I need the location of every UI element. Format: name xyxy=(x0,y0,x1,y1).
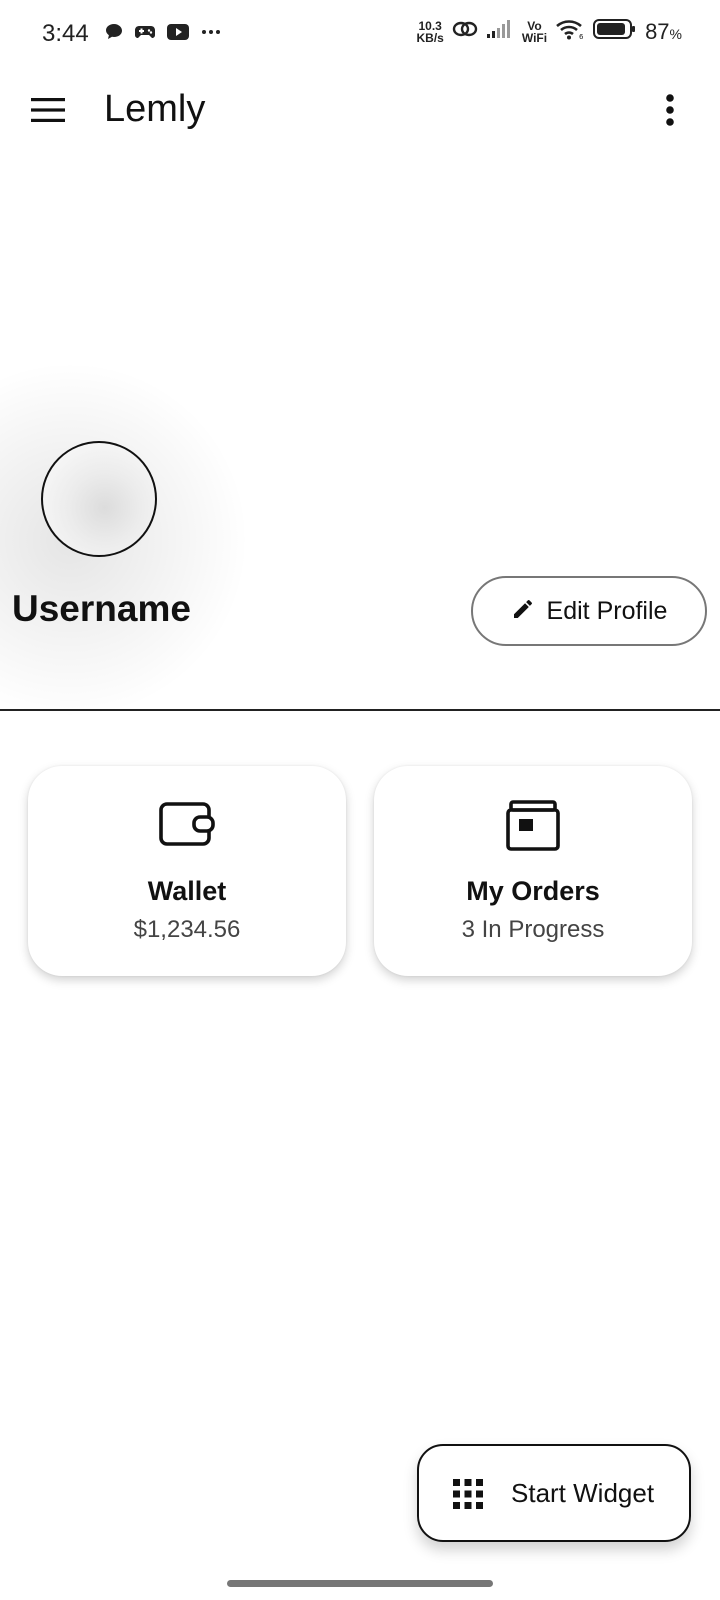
app-screen: 3:44 10.3 KB/s Vo WiFi 6 87% Lemly Usern… xyxy=(0,0,720,1600)
grid-apps-icon xyxy=(453,1479,483,1514)
edit-profile-label: Edit Profile xyxy=(546,596,668,625)
wallet-balance: $1,234.56 xyxy=(133,916,241,943)
start-widget-label: Start Widget xyxy=(511,1478,655,1508)
net-speed: 10.3 KB/s xyxy=(416,18,444,45)
gamepad-icon xyxy=(134,22,156,42)
avatar[interactable] xyxy=(41,441,157,557)
wallet-icon xyxy=(158,800,216,853)
overflow-menu-button[interactable] xyxy=(650,88,690,136)
start-widget-button[interactable]: Start Widget xyxy=(417,1444,691,1542)
edit-profile-button[interactable]: Edit Profile xyxy=(471,576,707,646)
more-vertical-icon xyxy=(665,93,675,131)
app-title: Lemly xyxy=(104,88,206,130)
link-icon xyxy=(452,18,478,45)
app-bar: Lemly xyxy=(0,68,720,154)
vowifi-indicator: Vo WiFi xyxy=(521,18,548,45)
battery-icon xyxy=(593,18,637,45)
section-divider xyxy=(0,709,720,711)
my-orders-card[interactable]: My Orders 3 In Progress xyxy=(374,766,692,976)
signal-bars-icon xyxy=(486,18,514,45)
wallet-card[interactable]: Wallet $1,234.56 xyxy=(28,766,346,976)
wifi-icon: 6 xyxy=(555,18,585,45)
orders-title: My Orders xyxy=(466,876,600,906)
orders-status: 3 In Progress xyxy=(461,916,605,943)
pencil-icon xyxy=(511,597,535,626)
status-bar: 3:44 10.3 KB/s Vo WiFi 6 87% xyxy=(0,0,720,68)
status-time: 3:44 xyxy=(42,20,89,47)
home-indicator[interactable] xyxy=(227,1580,493,1587)
hamburger-menu-icon xyxy=(31,97,65,128)
notification-icons xyxy=(104,22,222,42)
chat-bubble-icon xyxy=(104,22,124,42)
more-dots-icon xyxy=(200,22,222,42)
username: Username xyxy=(12,588,191,629)
svg-text:6: 6 xyxy=(579,33,584,40)
youtube-icon xyxy=(166,22,190,42)
battery-percent: 87% xyxy=(645,18,682,44)
system-icons: 10.3 KB/s Vo WiFi 6 87% xyxy=(417,18,683,45)
wallet-title: Wallet xyxy=(147,876,227,906)
orders-box-icon xyxy=(505,800,561,857)
menu-button[interactable] xyxy=(26,90,70,134)
